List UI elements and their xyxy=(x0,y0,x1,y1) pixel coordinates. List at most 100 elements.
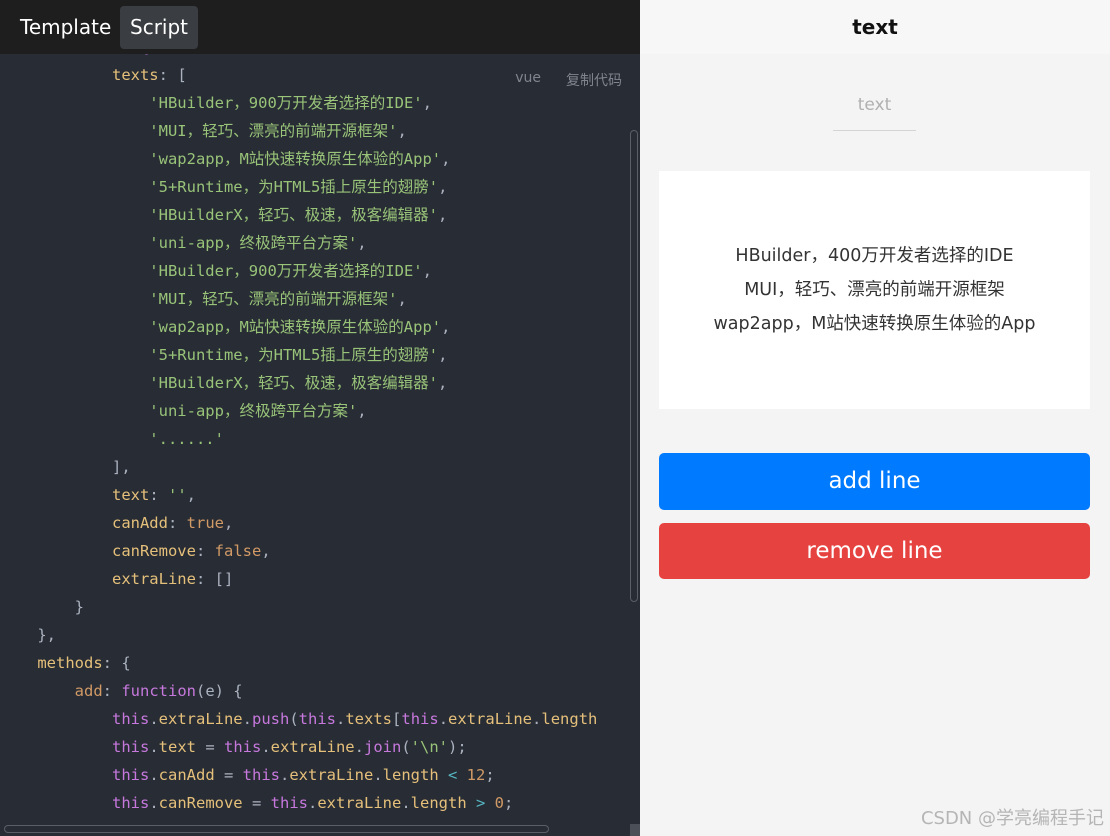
text-line: MUI，轻巧、漂亮的前端开源框架 xyxy=(744,280,1005,300)
code-token: . xyxy=(149,766,159,784)
code-line: '......' xyxy=(0,425,628,453)
code-token: . xyxy=(373,766,383,784)
code-token: 'wap2app，M站快速转换原生体验的App' xyxy=(0,150,442,168)
code-token: , xyxy=(438,178,448,196)
code-line: 'wap2app，M站快速转换原生体验的App', xyxy=(0,145,628,173)
code-token: ; xyxy=(485,766,495,784)
code-token: : xyxy=(167,514,187,532)
code-token: '' xyxy=(167,486,187,504)
code-token: , xyxy=(357,402,367,420)
code-token: 'wap2app，M站快速转换原生体验的App' xyxy=(0,318,442,336)
code-token: . xyxy=(354,738,364,756)
code-token: '\n' xyxy=(410,738,448,756)
code-token: canRemove xyxy=(158,794,243,812)
copy-code-button[interactable]: 复制代码 xyxy=(566,70,622,90)
code-token: texts xyxy=(345,710,393,728)
code-token: length xyxy=(382,766,439,784)
code-token: }, xyxy=(0,626,56,644)
code-token: true xyxy=(186,514,224,532)
code-token: extraLine xyxy=(448,710,533,728)
code-token: 'uni-app，终极跨平台方案' xyxy=(0,402,358,420)
code-line: 'HBuilderX，轻巧、极速，极客编辑器', xyxy=(0,201,628,229)
code-token: canRemove xyxy=(111,542,196,560)
nav-title: text xyxy=(640,0,1110,54)
code-token: , xyxy=(422,94,432,112)
code-token: add xyxy=(74,682,103,700)
code-token: ; xyxy=(504,794,514,812)
code-line: this.canAdd = this.extraLine.length < 12… xyxy=(0,761,628,789)
code-token: this xyxy=(111,738,150,756)
code-token: , xyxy=(437,374,448,392)
horizontal-scrollbar[interactable] xyxy=(4,825,549,833)
text-input-wrapper xyxy=(833,86,916,131)
code-line: '5+Runtime，为HTML5插上原生的翅膀', xyxy=(0,341,628,369)
tab-template[interactable]: Template xyxy=(10,6,121,49)
code-line: 'wap2app，M站快速转换原生体验的App', xyxy=(0,313,628,341)
code-token: canAdd xyxy=(158,766,215,784)
code-token: , xyxy=(422,262,432,280)
code-token: push xyxy=(252,710,290,728)
code-token: this xyxy=(111,710,150,728)
code-line: this.canRemove = this.extraLine.length >… xyxy=(0,789,628,817)
code-line: 'MUI，轻巧、漂亮的前端开源框架', xyxy=(0,117,628,145)
text-input[interactable] xyxy=(833,86,916,124)
code-token: : xyxy=(149,486,168,504)
code-line: canAdd: true, xyxy=(0,509,628,537)
code-token: : [] xyxy=(195,570,234,588)
code-line: 'uni-app，终极跨平台方案', xyxy=(0,229,628,257)
code-line: ], xyxy=(0,453,628,481)
code-token: , xyxy=(397,290,407,308)
code-token: this xyxy=(401,710,439,728)
watermark: CSDN @学亮编程手记 xyxy=(920,808,1104,829)
code-token: methods xyxy=(37,654,103,672)
add-line-button[interactable]: add line xyxy=(659,453,1090,510)
code-token: . xyxy=(438,710,449,728)
code-token: this xyxy=(242,766,280,784)
code-tabbar: Template Script xyxy=(0,0,640,54)
code-line: }, xyxy=(0,621,628,649)
code-token: . xyxy=(336,710,346,728)
code-line: 'uni-app，终极跨平台方案', xyxy=(0,397,628,425)
code-token: 'uni-app，终极跨平台方案' xyxy=(0,234,358,252)
code-token: . xyxy=(401,794,411,812)
code-token: , xyxy=(437,206,448,224)
code-token: . xyxy=(279,766,290,784)
code-token: : xyxy=(102,682,122,700)
code-token: length xyxy=(410,794,467,812)
code-line: 'HBuilder，900万开发者选择的IDE', xyxy=(0,257,628,285)
code-token: ], xyxy=(0,458,131,476)
vertical-scrollbar[interactable] xyxy=(630,130,638,602)
code-token: extraLine xyxy=(289,766,374,784)
code-line: '5+Runtime，为HTML5插上原生的翅膀', xyxy=(0,173,628,201)
code-line: extraLine: [] xyxy=(0,565,628,593)
scrollbar-corner xyxy=(630,824,640,836)
code-token: 'HBuilderX，轻巧、极速，极客编辑器' xyxy=(0,374,438,392)
code-token: texts xyxy=(111,66,159,84)
code-token: 'MUI，轻巧、漂亮的前端开源框架' xyxy=(0,290,398,308)
tab-script[interactable]: Script xyxy=(120,6,199,49)
code-line: this.extraLine.push(this.texts[this.extr… xyxy=(0,705,628,733)
code-token: '5+Runtime，为HTML5插上原生的翅膀' xyxy=(0,346,439,364)
code-token: extraLine xyxy=(111,570,196,588)
code-token: , xyxy=(357,234,367,252)
code-line: 'HBuilderX，轻巧、极速，极客编辑器', xyxy=(0,369,628,397)
code-token: return { xyxy=(0,54,150,56)
code-token: : [ xyxy=(158,66,187,84)
code-token: this xyxy=(111,794,150,812)
remove-line-button[interactable]: remove line xyxy=(659,523,1090,579)
code-token: 'MUI，轻巧、漂亮的前端开源框架' xyxy=(0,122,398,140)
code-token: text xyxy=(158,738,196,756)
code-token: , xyxy=(261,542,271,560)
code-token: extraLine xyxy=(158,710,243,728)
code-token: > xyxy=(466,794,495,812)
code-token: 'HBuilderX，轻巧、极速，极客编辑器' xyxy=(0,206,438,224)
code-token: . xyxy=(242,710,252,728)
